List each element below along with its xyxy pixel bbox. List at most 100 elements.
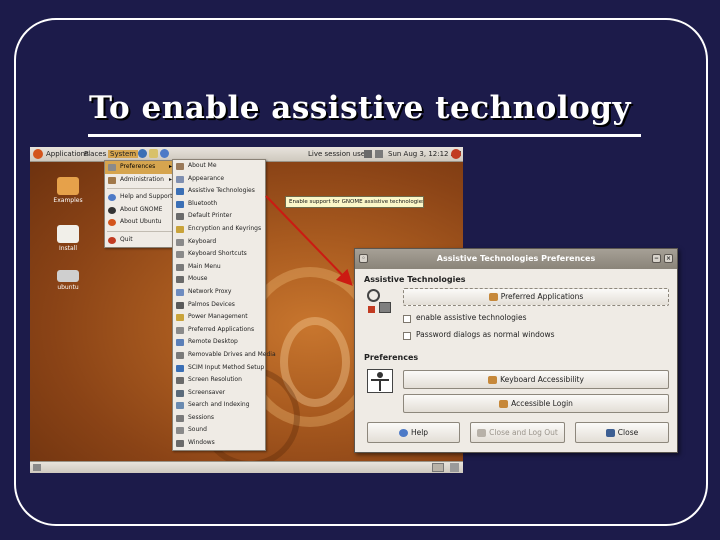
bluetooth-icon [176, 200, 184, 208]
menu-item-keyboard[interactable]: Keyboard [173, 236, 265, 249]
menu-item-label: SCIM Input Method Setup [188, 363, 265, 371]
menu-item-power-management[interactable]: Power Management [173, 311, 265, 324]
window-menu-icon[interactable]: ◦ [359, 254, 368, 263]
menu-item-sessions[interactable]: Sessions [173, 412, 265, 425]
menu-item-label: Quit [120, 235, 133, 243]
menu-item-about-ubuntu[interactable]: About Ubuntu [105, 216, 175, 229]
menu-item-sound[interactable]: Sound [173, 424, 265, 437]
section-preferences: Preferences [364, 353, 419, 362]
menu-item-label: Power Management [188, 313, 248, 321]
mail-launcher-icon[interactable] [149, 149, 158, 158]
help-icon [398, 429, 408, 437]
section-assistive-technologies: Assistive Technologies [364, 275, 466, 284]
password-dialogs-checkbox[interactable] [403, 332, 411, 340]
keyboard-icon [176, 238, 184, 246]
menu-item-help[interactable]: Help and Support [105, 191, 175, 204]
accessible-login-button[interactable]: Accessible Login [403, 394, 669, 413]
close-icon [605, 429, 615, 437]
folder-icon [57, 177, 79, 195]
menu-item-screensaver[interactable]: Screensaver [173, 387, 265, 400]
button-label: Close [617, 428, 639, 437]
close-button[interactable]: Close [575, 422, 669, 443]
menu-item-label: Preferred Applications [188, 325, 255, 333]
menu-item-label: Mouse [188, 275, 208, 283]
menu-item-main-menu[interactable]: Main Menu [173, 261, 265, 274]
menu-item-label: Administration [120, 175, 164, 183]
scim-input-method-setup-icon [176, 364, 184, 372]
places-menu[interactable]: Places [84, 150, 106, 158]
tooltip: Enable support for GNOME assistive techn… [285, 196, 424, 208]
menu-item-network-proxy[interactable]: Network Proxy [173, 286, 265, 299]
keyboard-accessibility-button[interactable]: Keyboard Accessibility [403, 370, 669, 389]
menu-item-mouse[interactable]: Mouse [173, 273, 265, 286]
desktop-icon-label: Examples [53, 197, 83, 204]
network-icon[interactable] [364, 150, 372, 158]
gnome-icon [108, 206, 116, 214]
close-icon[interactable]: × [664, 254, 673, 263]
browser-launcher-icon[interactable] [138, 149, 147, 158]
menu-item-keyboard-shortcuts[interactable]: Keyboard Shortcuts [173, 248, 265, 261]
menu-item-appearance[interactable]: Appearance [173, 173, 265, 186]
power-management-icon [176, 314, 184, 322]
menu-item-administration[interactable]: Administration ▸ [105, 174, 175, 187]
administration-icon [108, 176, 116, 184]
menu-item-remote-desktop[interactable]: Remote Desktop [173, 336, 265, 349]
menu-item-scim-input-method-setup[interactable]: SCIM Input Method Setup [173, 362, 265, 375]
applications-menu[interactable]: Applications [46, 150, 89, 158]
menu-item-preferred-applications[interactable]: Preferred Applications [173, 324, 265, 337]
slide-title: To enable assistive technology [89, 90, 631, 126]
appearance-icon [176, 175, 184, 183]
help-button[interactable]: Help [367, 422, 460, 443]
menu-item-search-and-indexing[interactable]: Search and Indexing [173, 399, 265, 412]
menu-item-screen-resolution[interactable]: Screen Resolution [173, 374, 265, 387]
menu-item-windows[interactable]: Windows [173, 437, 265, 450]
trash-icon[interactable] [450, 463, 459, 472]
shutdown-icon[interactable] [451, 149, 461, 159]
menu-item-about-me[interactable]: About Me [173, 160, 265, 173]
session-user[interactable]: Live session user [308, 150, 368, 158]
show-desktop-icon[interactable] [33, 464, 41, 471]
help-launcher-icon[interactable] [160, 149, 169, 158]
workspace-switcher[interactable] [432, 463, 444, 472]
enable-assistive-label: enable assistive technologies [416, 313, 527, 322]
menu-item-default-printer[interactable]: Default Printer [173, 210, 265, 223]
volume-icon[interactable] [375, 150, 383, 158]
menu-item-label: Network Proxy [188, 287, 232, 295]
removable-drives-and-media-icon [176, 351, 184, 359]
menu-item-removable-drives-and-media[interactable]: Removable Drives and Media [173, 349, 276, 362]
minimize-icon[interactable]: ‒ [652, 254, 661, 263]
desktop-icon-examples[interactable]: Examples [48, 177, 88, 204]
menu-item-bluetooth[interactable]: Bluetooth [173, 198, 265, 211]
menu-item-label: Sessions [188, 413, 215, 421]
menu-item-label: Bluetooth [188, 199, 218, 207]
search-and-indexing-icon [176, 402, 184, 410]
system-menu[interactable]: System [108, 150, 139, 158]
system-dropdown-menu: Preferences ▸ Administration ▸ Help and … [104, 160, 176, 248]
keyboard-shortcuts-icon [176, 251, 184, 259]
menu-item-about-gnome[interactable]: About GNOME [105, 204, 175, 217]
preferred-applications-button[interactable]: Preferred Applications [403, 288, 669, 306]
dialog-titlebar: ◦ Assistive Technologies Preferences ‒ × [355, 249, 677, 269]
about-me-icon [176, 163, 184, 170]
close-and-logout-button[interactable]: Close and Log Out [470, 422, 565, 443]
ubuntu-logo-icon[interactable] [33, 149, 43, 159]
menu-item-label: Remote Desktop [188, 338, 238, 346]
desktop-icon-install[interactable]: Install [48, 225, 88, 252]
password-dialogs-label: Password dialogs as normal windows [416, 330, 555, 339]
menu-item-preferences[interactable]: Preferences ▸ [105, 161, 175, 174]
button-label: Preferred Applications [500, 292, 584, 301]
dialog-title: Assistive Technologies Preferences [436, 254, 596, 263]
button-label: Close and Log Out [489, 428, 558, 437]
installer-icon [57, 225, 79, 243]
keyboard-icon [488, 376, 498, 384]
enable-assistive-checkbox[interactable] [403, 315, 411, 323]
mouse-icon [176, 276, 184, 284]
menu-item-palmos-devices[interactable]: Palmos Devices [173, 299, 265, 312]
menu-item-encryption-and-keyrings[interactable]: Encryption and Keyrings [173, 223, 265, 236]
desktop-icon-ubuntu[interactable]: ubuntu [48, 270, 88, 291]
menu-item-quit[interactable]: Quit [105, 234, 175, 247]
menu-separator [107, 230, 173, 232]
menu-item-assistive-technologies[interactable]: Assistive Technologies [173, 185, 265, 198]
help-icon [108, 194, 116, 202]
assistive-technologies-dialog: ◦ Assistive Technologies Preferences ‒ ×… [354, 248, 678, 453]
